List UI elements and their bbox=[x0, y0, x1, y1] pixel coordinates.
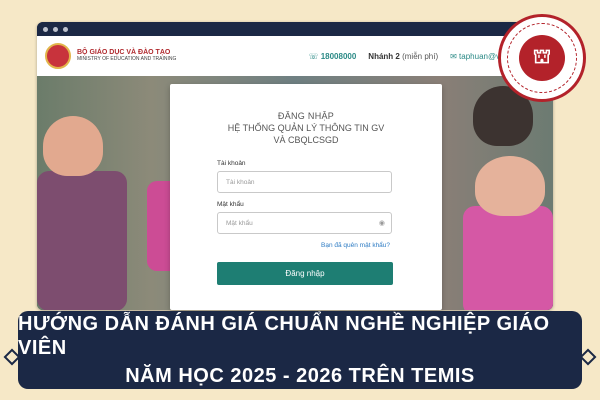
banner-diamond-right bbox=[579, 348, 597, 366]
mail-icon: ✉ bbox=[450, 51, 457, 61]
phone-number: 18008000 bbox=[320, 51, 357, 61]
window-dot bbox=[43, 26, 48, 32]
banner-line1: HƯỚNG DẪN ĐÁNH GIÁ CHUẨN NGHỀ NGHIỆP GIÁ… bbox=[18, 313, 550, 359]
password-label: Mật khẩu bbox=[217, 201, 244, 208]
login-title: ĐĂNG NHẬP HỆ THỐNG QUẢN LÝ THÔNG TIN GV … bbox=[170, 111, 442, 145]
extension-group: Nhánh 2 (miễn phí) bbox=[368, 52, 438, 61]
photo-person bbox=[37, 171, 127, 310]
login-panel: ĐĂNG NHẬP HỆ THỐNG QUẢN LÝ THÔNG TIN GV … bbox=[170, 84, 442, 310]
forgot-password-link[interactable]: Bạn đã quên mật khẩu? bbox=[321, 242, 390, 249]
eye-icon[interactable]: ◉ bbox=[379, 219, 385, 227]
window-dot bbox=[53, 26, 58, 32]
password-field: Mật khẩu Mật khẩu ◉ bbox=[217, 201, 392, 234]
password-placeholder: Mật khẩu bbox=[226, 219, 253, 227]
photo-person bbox=[475, 156, 545, 216]
brand-subtitle: MINISTRY OF EDUCATION AND TRAINING bbox=[77, 56, 177, 63]
password-input[interactable]: Mật khẩu ◉ bbox=[217, 212, 392, 234]
law-library-seal: ⛫ bbox=[498, 14, 586, 102]
banner-line2: NĂM HỌC 2025 - 2026 TRÊN TEMIS bbox=[125, 365, 475, 387]
username-label: Tài khoản bbox=[217, 160, 246, 167]
fee-note: (miễn phí) bbox=[402, 51, 439, 61]
window-chrome bbox=[37, 22, 553, 36]
phone-icon: ☏ bbox=[308, 51, 319, 61]
seal-ring bbox=[507, 23, 577, 93]
system-name-line2: VÀ CBQLCSGD bbox=[273, 135, 339, 145]
system-name: HỆ THỐNG QUẢN LÝ THÔNG TIN GV bbox=[227, 123, 385, 133]
extension: Nhánh 2 bbox=[368, 51, 400, 61]
photo-person bbox=[43, 116, 103, 176]
phone-group[interactable]: ☏ 18008000 bbox=[308, 52, 356, 61]
photo-person bbox=[463, 206, 553, 310]
login-heading: ĐĂNG NHẬP bbox=[277, 111, 335, 121]
username-input[interactable]: Tài khoản bbox=[217, 171, 392, 193]
caption-banner: HƯỚNG DẪN ĐÁNH GIÁ CHUẨN NGHỀ NGHIỆP GIÁ… bbox=[18, 311, 582, 389]
ministry-logo bbox=[45, 43, 71, 69]
site-header: BỘ GIÁO DỤC VÀ ĐÀO TẠO MINISTRY OF EDUCA… bbox=[37, 36, 553, 77]
login-button[interactable]: Đăng nhập bbox=[217, 262, 393, 285]
username-field: Tài khoản Tài khoản bbox=[217, 160, 392, 193]
username-placeholder: Tài khoản bbox=[226, 178, 255, 186]
brand: BỘ GIÁO DỤC VÀ ĐÀO TẠO MINISTRY OF EDUCA… bbox=[77, 49, 176, 62]
window-dot bbox=[63, 26, 68, 32]
